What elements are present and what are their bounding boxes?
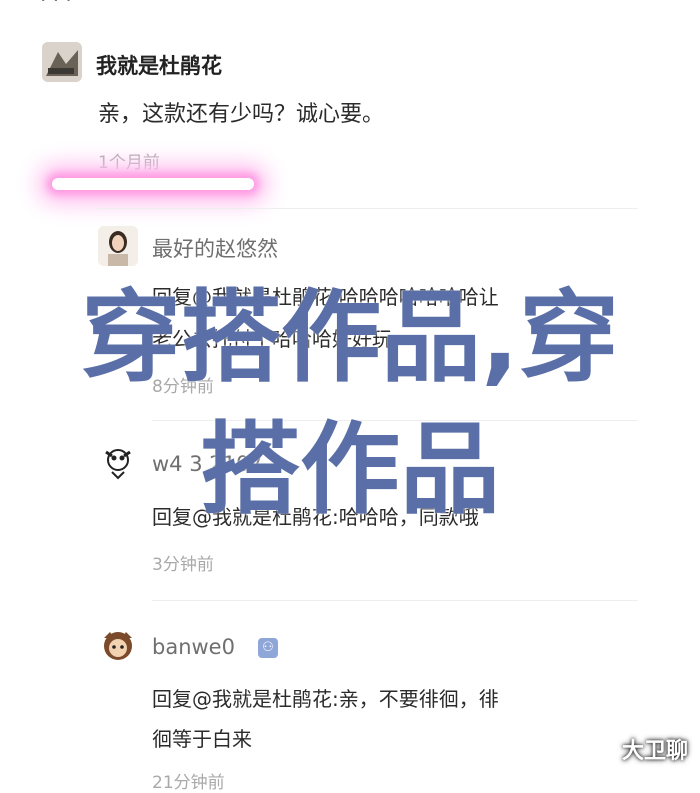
reply-avatar[interactable]	[98, 226, 138, 266]
watermark-line-1: 穿搭作品,穿	[81, 279, 619, 396]
divider	[98, 208, 638, 209]
top-clipped-text: · · ·	[40, 0, 72, 12]
comment-text: 亲，这款还有少吗？诚心要。	[98, 102, 385, 127]
reply-time: 21分钟前	[152, 773, 225, 793]
watermark-line-2: 搭作品	[200, 411, 500, 528]
reply-time: 3分钟前	[152, 555, 214, 575]
comment-time: 1个月前	[98, 153, 160, 173]
reply-text-line: 回复@我就是杜鹃花:亲，不要徘徊，徘	[152, 687, 499, 711]
divider	[152, 600, 638, 601]
reply-user-name[interactable]: 最好的赵悠然	[152, 233, 278, 263]
commenter-avatar[interactable]	[42, 42, 82, 82]
verified-badge-icon: ⚇	[258, 638, 278, 658]
commenter-name[interactable]: 我就是杜鹃花	[96, 50, 222, 80]
reply-avatar[interactable]	[98, 626, 138, 666]
reply-user-name[interactable]: banwe0	[152, 635, 235, 659]
reply-text-line: 徊等于白来	[152, 727, 252, 751]
highlight-glow	[52, 178, 254, 190]
corner-logo: 大卫聊	[621, 739, 688, 764]
